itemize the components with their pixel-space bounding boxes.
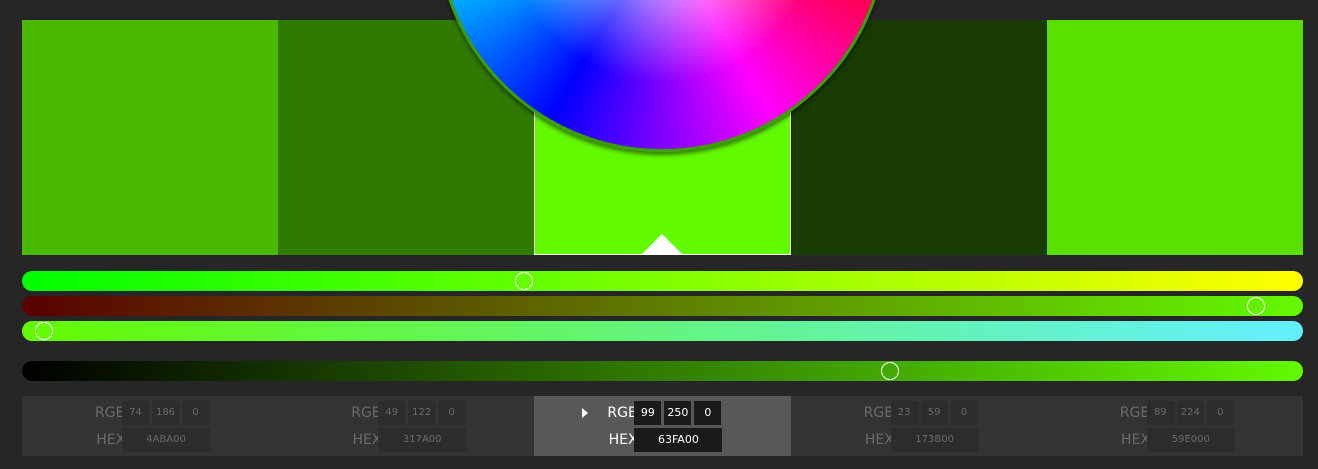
green-field[interactable]: 224 — [1176, 401, 1204, 425]
hue-slider-handle[interactable] — [514, 272, 533, 290]
hex-label: HEX — [608, 432, 638, 448]
red-field[interactable]: 49 — [378, 401, 406, 425]
red-field[interactable]: 74 — [122, 401, 149, 425]
green-field[interactable]: 250 — [664, 401, 692, 425]
green-field[interactable]: 186 — [152, 401, 179, 425]
hex-field[interactable]: 4ABA00 — [122, 428, 210, 452]
color-panel-3[interactable]: RGB 99 250 0 HEX 63FA00 — [534, 396, 791, 456]
blue-field[interactable]: 0 — [1206, 401, 1234, 425]
blue-field[interactable]: 0 — [182, 401, 209, 425]
hex-field[interactable]: 317A00 — [378, 428, 467, 452]
triangle-up-icon — [642, 234, 683, 254]
brightness-slider-handle[interactable] — [880, 362, 899, 380]
green-field[interactable]: 122 — [408, 401, 436, 425]
blue-field[interactable]: 0 — [694, 401, 722, 425]
hue-slider[interactable] — [22, 271, 1303, 291]
color-panel-4[interactable]: RGB 23 59 0 HEX 173B00 — [790, 396, 1047, 456]
hex-label: HEX — [96, 432, 126, 448]
rgb-label: RGB — [95, 405, 126, 421]
color-values-panel: RGB 74 186 0 HEX 4ABA00 RGB 49 122 0 HEX… — [22, 396, 1304, 456]
blue-field[interactable]: 0 — [438, 401, 466, 425]
red-field[interactable]: 89 — [1146, 401, 1174, 425]
rgb-label: RGB — [351, 405, 382, 421]
rgb-label: RGB — [863, 405, 894, 421]
hex-field[interactable]: 173B00 — [890, 428, 979, 452]
swatch-1[interactable] — [22, 20, 278, 255]
rgb-label: RGB — [607, 405, 638, 421]
color-panel-2[interactable]: RGB 49 122 0 HEX 317A00 — [278, 396, 535, 456]
brightness-slider[interactable] — [22, 361, 1303, 381]
tint-slider[interactable] — [22, 321, 1303, 341]
swatch-5[interactable] — [1047, 20, 1303, 255]
red-field[interactable]: 23 — [890, 401, 918, 425]
blue-field[interactable]: 0 — [950, 401, 978, 425]
color-panel-5[interactable]: RGB 89 224 0 HEX 59E000 — [1046, 396, 1304, 456]
saturation-slider-handle[interactable] — [1247, 297, 1266, 315]
hex-label: HEX — [1121, 432, 1151, 448]
hex-field[interactable]: 59E000 — [1146, 428, 1235, 452]
hex-field[interactable]: 63FA00 — [634, 428, 723, 452]
hex-label: HEX — [864, 432, 894, 448]
tint-slider-handle[interactable] — [34, 322, 53, 340]
rgb-label: RGB — [1119, 405, 1151, 421]
hex-label: HEX — [352, 432, 382, 448]
saturation-slider[interactable] — [22, 296, 1303, 316]
red-field[interactable]: 99 — [634, 401, 662, 425]
color-panel-1[interactable]: RGB 74 186 0 HEX 4ABA00 — [22, 396, 279, 456]
caret-right-icon — [582, 408, 589, 418]
green-field[interactable]: 59 — [920, 401, 948, 425]
